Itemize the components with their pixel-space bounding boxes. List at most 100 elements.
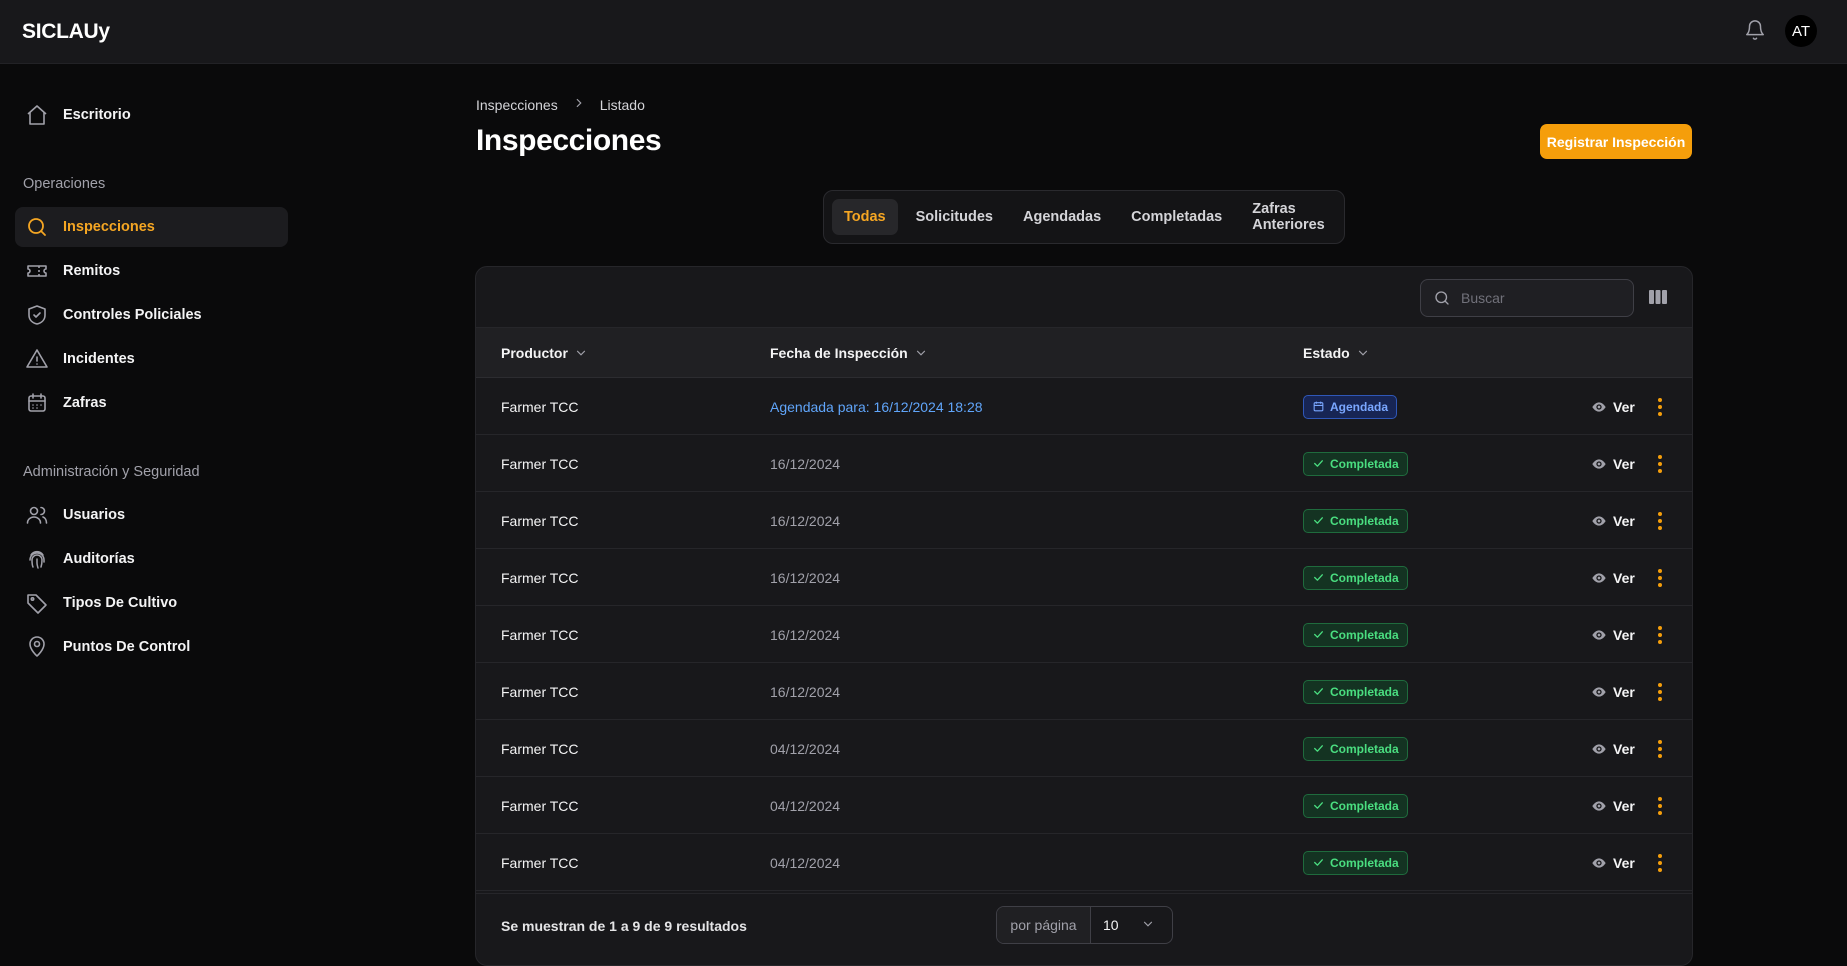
table-row[interactable]: Farmer TCC 16/12/2024 Completada Ver: [476, 606, 1692, 663]
more-actions-icon[interactable]: [1650, 492, 1670, 549]
column-header-fecha[interactable]: Fecha de Inspección: [770, 328, 928, 378]
status-cell: Completada: [1303, 834, 1408, 891]
columns-icon[interactable]: [1648, 287, 1668, 307]
page-title: Inspecciones: [476, 124, 662, 157]
calendar-icon: [1312, 400, 1325, 413]
sidebar-item-label: Incidentes: [63, 351, 135, 367]
more-actions-icon[interactable]: [1650, 720, 1670, 777]
check-icon: [1312, 742, 1325, 755]
sidebar: Escritorio Operaciones Inspecciones Remi…: [0, 64, 300, 922]
sidebar-item-controles-policiales[interactable]: Controles Policiales: [15, 295, 288, 335]
status-label: Completada: [1330, 456, 1399, 471]
warning-icon: [25, 347, 49, 371]
bell-icon[interactable]: [1744, 19, 1770, 45]
sidebar-item-label: Usuarios: [63, 507, 126, 523]
check-icon: [1312, 457, 1325, 470]
more-actions-icon[interactable]: [1650, 663, 1670, 720]
eye-icon: [1591, 513, 1607, 529]
chevron-down-icon: [1141, 917, 1155, 934]
more-actions-icon[interactable]: [1650, 834, 1670, 891]
eye-icon: [1591, 399, 1607, 415]
status-badge: Completada: [1303, 565, 1408, 590]
status-badge: Completada: [1303, 736, 1408, 761]
view-label: Ver: [1613, 569, 1635, 586]
sidebar-item-zafras[interactable]: Zafras: [15, 383, 288, 423]
view-button[interactable]: Ver: [1591, 777, 1635, 834]
eye-icon: [1591, 741, 1607, 757]
sidebar-item-puntos-de-control[interactable]: Puntos De Control: [15, 627, 288, 667]
tab-completadas[interactable]: Completadas: [1119, 199, 1234, 235]
user-avatar[interactable]: AT: [1785, 15, 1817, 47]
table-row[interactable]: Farmer TCC 04/12/2024 Completada Ver: [476, 834, 1692, 891]
tab-solicitudes[interactable]: Solicitudes: [904, 199, 1005, 235]
view-button[interactable]: Ver: [1591, 549, 1635, 606]
table-row[interactable]: Farmer TCC 16/12/2024 Completada Ver: [476, 549, 1692, 606]
check-icon: [1312, 514, 1325, 527]
table-row[interactable]: Farmer TCC 04/12/2024 Completada Ver: [476, 777, 1692, 834]
column-header-productor[interactable]: Productor: [501, 328, 588, 378]
more-actions-icon[interactable]: [1650, 777, 1670, 834]
per-page-select[interactable]: por página 10: [996, 906, 1173, 944]
tab-zafras-anteriores[interactable]: Zafras Anteriores: [1240, 199, 1337, 235]
sidebar-item-auditorias[interactable]: Auditorías: [15, 539, 288, 579]
check-icon: [1312, 571, 1325, 584]
chevron-down-icon: [914, 346, 928, 360]
view-label: Ver: [1613, 740, 1635, 757]
more-actions-icon[interactable]: [1650, 606, 1670, 663]
tab-todas[interactable]: Todas: [832, 199, 898, 235]
chevron-down-icon: [574, 346, 588, 360]
inspection-date-cell: Agendada para: 16/12/2024 18:28: [770, 398, 983, 415]
check-icon: [1312, 685, 1325, 698]
eye-icon: [1591, 627, 1607, 643]
sidebar-item-incidentes[interactable]: Incidentes: [15, 339, 288, 379]
view-label: Ver: [1613, 398, 1635, 415]
table-toolbar: Buscar: [476, 267, 1692, 328]
status-cell: Completada: [1303, 606, 1408, 663]
more-actions-icon[interactable]: [1650, 378, 1670, 435]
status-badge: Completada: [1303, 622, 1408, 647]
sidebar-item-remitos[interactable]: Remitos: [15, 251, 288, 291]
eye-icon: [1591, 684, 1607, 700]
sidebar-item-label: Inspecciones: [63, 219, 155, 235]
view-label: Ver: [1613, 797, 1635, 814]
search-input[interactable]: Buscar: [1420, 279, 1634, 317]
view-button[interactable]: Ver: [1591, 720, 1635, 777]
column-header-estado[interactable]: Estado: [1303, 328, 1370, 378]
view-button[interactable]: Ver: [1591, 492, 1635, 549]
check-icon: [1312, 628, 1325, 641]
view-label: Ver: [1613, 854, 1635, 871]
fingerprint-icon: [25, 547, 49, 571]
search-placeholder: Buscar: [1461, 290, 1505, 306]
table-row[interactable]: Farmer TCC Agendada para: 16/12/2024 18:2…: [476, 378, 1692, 435]
more-actions-icon[interactable]: [1650, 549, 1670, 606]
breadcrumb-item: Listado: [599, 96, 645, 113]
sidebar-item-escritorio[interactable]: Escritorio: [15, 95, 288, 135]
producer-cell: Farmer TCC: [501, 569, 579, 586]
shield-check-icon: [25, 303, 49, 327]
view-button[interactable]: Ver: [1591, 606, 1635, 663]
table-row[interactable]: Farmer TCC 16/12/2024 Completada Ver: [476, 435, 1692, 492]
more-actions-icon[interactable]: [1650, 435, 1670, 492]
status-cell: Completada: [1303, 777, 1408, 834]
table-row[interactable]: Farmer TCC 16/12/2024 Completada Ver: [476, 663, 1692, 720]
producer-cell: Farmer TCC: [501, 626, 579, 643]
view-button[interactable]: Ver: [1591, 378, 1635, 435]
view-button[interactable]: Ver: [1591, 834, 1635, 891]
register-inspection-button[interactable]: Registrar Inspección: [1540, 124, 1692, 159]
view-button[interactable]: Ver: [1591, 435, 1635, 492]
table-row[interactable]: Farmer TCC 04/12/2024 Completada Ver: [476, 720, 1692, 777]
sidebar-item-inspecciones[interactable]: Inspecciones: [15, 207, 288, 247]
breadcrumb: Inspecciones Listado: [476, 96, 645, 113]
eye-icon: [1591, 456, 1607, 472]
status-label: Completada: [1330, 627, 1399, 642]
view-button[interactable]: Ver: [1591, 663, 1635, 720]
tab-agendadas[interactable]: Agendadas: [1011, 199, 1113, 235]
sidebar-item-tipos-de-cultivo[interactable]: Tipos De Cultivo: [15, 583, 288, 623]
status-badge: Completada: [1303, 451, 1408, 476]
sidebar-item-usuarios[interactable]: Usuarios: [15, 495, 288, 535]
table-row[interactable]: Farmer TCC 16/12/2024 Completada Ver: [476, 492, 1692, 549]
breadcrumb-item[interactable]: Inspecciones: [476, 97, 558, 113]
brand-logo[interactable]: SICLAUy: [22, 20, 110, 44]
status-badge: Agendada: [1303, 394, 1398, 419]
home-icon: [25, 103, 49, 127]
